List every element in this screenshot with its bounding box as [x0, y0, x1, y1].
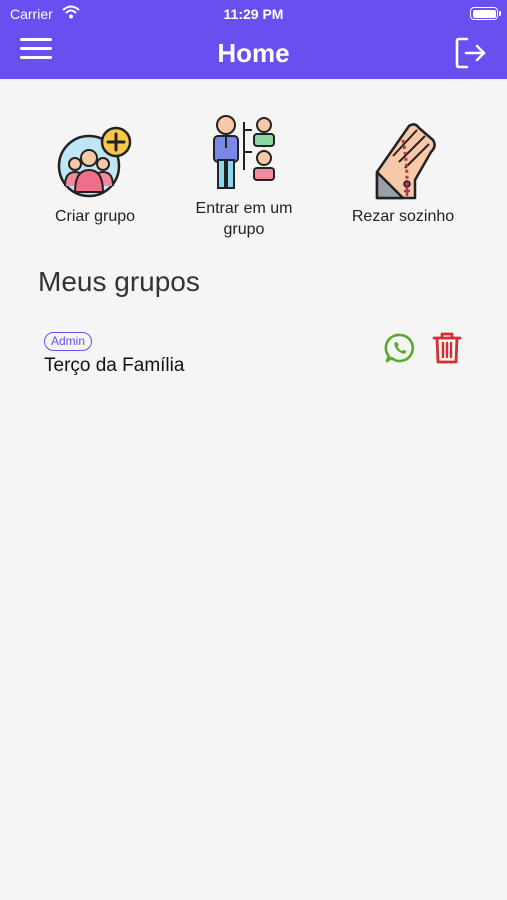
logout-button[interactable]	[454, 36, 488, 70]
group-list-item[interactable]: Admin Terço da Família	[36, 326, 476, 386]
create-group-button[interactable]: Criar grupo	[35, 120, 155, 227]
join-group-icon	[213, 115, 275, 189]
battery-icon	[470, 7, 501, 20]
admin-badge: Admin	[44, 332, 93, 351]
pray-alone-label: Rezar sozinho	[351, 208, 455, 225]
praying-hands-rosary-icon	[375, 123, 436, 200]
group-name: Terço da Família	[44, 355, 185, 376]
delete-group-button[interactable]	[432, 331, 462, 365]
status-bar: Carrier 11:29 PM	[0, 0, 507, 28]
create-group-icon	[57, 126, 132, 198]
join-group-label: Entrar em um grupo	[195, 200, 293, 238]
page-title: Home	[217, 38, 290, 68]
whatsapp-share-button[interactable]	[384, 332, 416, 364]
trash-icon	[432, 332, 462, 364]
pray-alone-button[interactable]: Rezar sozinho	[338, 120, 468, 227]
my-groups-title: Meus grupos	[38, 266, 200, 297]
app-header: Carrier 11:29 PM Home	[0, 0, 507, 79]
logout-icon	[455, 37, 486, 69]
join-group-button[interactable]: Entrar em um grupo	[176, 112, 312, 240]
whatsapp-icon	[384, 333, 415, 363]
status-time: 11:29 PM	[223, 6, 284, 22]
create-group-label: Criar grupo	[54, 208, 136, 225]
